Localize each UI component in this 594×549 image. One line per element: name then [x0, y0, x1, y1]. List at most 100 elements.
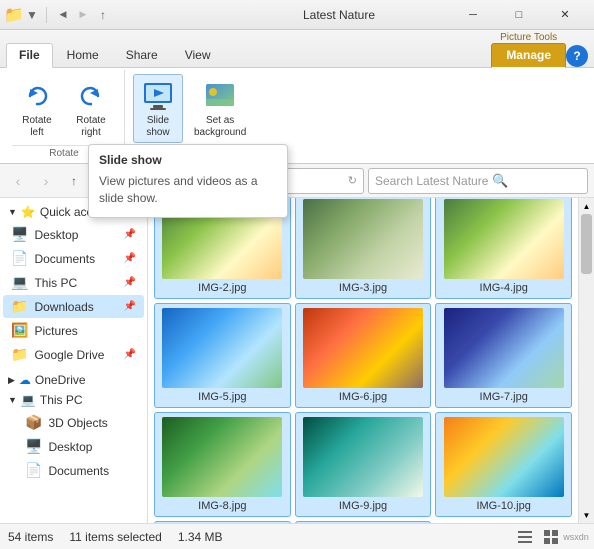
file-size: 1.34 MB: [178, 530, 223, 544]
file-item-img8[interactable]: IMG-8.jpg: [154, 412, 291, 517]
this-pc-label: This PC: [34, 276, 121, 290]
address-refresh-icon[interactable]: ↻: [348, 174, 357, 187]
slide-show-icon: [140, 78, 176, 114]
sidebar-item-downloads[interactable]: 📁 Downloads 📌: [3, 295, 144, 318]
desktop-icon: 🖥️: [11, 226, 28, 243]
pin-icon-5: 📌: [124, 349, 136, 360]
file-item-img3[interactable]: IMG-3.jpg: [295, 198, 432, 299]
pin-icon-4: 📌: [124, 301, 136, 312]
rotate-left-button[interactable]: Rotateleft: [12, 74, 62, 143]
up-button[interactable]: ↑: [62, 169, 86, 193]
sidebar-item-3d-objects[interactable]: 📦 3D Objects: [3, 411, 144, 434]
pictures-icon: 🖼️: [11, 322, 28, 339]
google-drive-icon: 📁: [11, 346, 28, 363]
file-thumb-img3: [303, 199, 423, 279]
desktop-label: Desktop: [34, 228, 121, 242]
sidebar-item-pictures[interactable]: 🖼️ Pictures: [3, 319, 144, 342]
ribbon-buttons-view: Slideshow: [133, 70, 253, 143]
set-background-icon: [202, 78, 238, 114]
file-name-img7: IMG-7.jpg: [480, 391, 528, 403]
file-item-img10[interactable]: IMG-10.jpg: [435, 412, 572, 517]
tab-home[interactable]: Home: [54, 43, 112, 67]
sidebar-onedrive[interactable]: ▶ ☁ OneDrive: [0, 370, 147, 390]
google-drive-label: Google Drive: [34, 348, 121, 362]
sidebar-item-documents2[interactable]: 📄 Documents: [3, 459, 144, 482]
forward-button[interactable]: ›: [34, 169, 58, 193]
wsxdn-logo: wsxdn: [566, 529, 586, 545]
pictures-label: Pictures: [34, 324, 136, 338]
slide-show-button[interactable]: Slideshow: [133, 74, 183, 143]
details-view-button[interactable]: [514, 527, 536, 547]
desktop2-icon: 🖥️: [25, 438, 42, 455]
search-placeholder: Search Latest Nature: [375, 174, 488, 188]
sidebar-item-documents[interactable]: 📄 Documents 📌: [3, 247, 144, 270]
file-item-img4[interactable]: IMG-4.jpg: [435, 198, 572, 299]
quick-access-star-icon: ⭐: [21, 205, 36, 219]
file-thumb-img9: [303, 417, 423, 497]
scrollbar[interactable]: ▲ ▼: [578, 198, 594, 523]
set-background-button[interactable]: Set asbackground: [187, 74, 253, 143]
file-thumb-img8: [162, 417, 282, 497]
sidebar-this-pc-section[interactable]: ▼ 💻 This PC: [0, 390, 147, 410]
help-button[interactable]: ?: [566, 45, 588, 67]
onedrive-icon: ☁: [19, 373, 31, 387]
window-title: Latest Nature: [228, 8, 450, 22]
onedrive-expand-icon: ▶: [8, 375, 15, 386]
tooltip-title: Slide show: [99, 153, 277, 167]
file-name-img10: IMG-10.jpg: [476, 500, 530, 512]
downloads-icon: 📁: [11, 298, 28, 315]
rotate-right-button[interactable]: Rotateright: [66, 74, 116, 143]
onedrive-label: OneDrive: [35, 373, 86, 387]
downloads-label: Downloads: [34, 300, 121, 314]
picture-tools-label: Picture Tools: [494, 30, 563, 43]
rotate-right-icon: [73, 78, 109, 114]
file-name-img2: IMG-2.jpg: [198, 282, 246, 294]
status-bar: 54 items 11 items selected 1.34 MB wsxdn: [0, 523, 594, 549]
search-bar[interactable]: Search Latest Nature 🔍: [368, 168, 588, 194]
scroll-up-button[interactable]: ▲: [579, 198, 594, 214]
file-item-img6[interactable]: IMG-6.jpg: [295, 303, 432, 408]
sidebar-item-desktop[interactable]: 🖥️ Desktop 📌: [3, 223, 144, 246]
tab-share[interactable]: Share: [113, 43, 171, 67]
this-pc-icon: 💻: [11, 274, 28, 291]
tab-file[interactable]: File: [6, 43, 53, 68]
maximize-button[interactable]: □: [496, 0, 542, 30]
sidebar-item-google-drive[interactable]: 📁 Google Drive 📌: [3, 343, 144, 366]
title-bar-left: 📁 ▼ ◀ ▶ ↑: [6, 7, 228, 23]
documents-icon: 📄: [11, 250, 28, 267]
ribbon-buttons-rotate: Rotateleft Rotateright: [12, 70, 116, 143]
file-item-img12[interactable]: IMG-12.jpg: [295, 521, 432, 523]
quick-access-icon: ▼: [26, 7, 38, 23]
file-item-img5[interactable]: IMG-5.jpg: [154, 303, 291, 408]
minimize-button[interactable]: ─: [450, 0, 496, 30]
main-area: ▼ ⭐ Quick access 🖥️ Desktop 📌 📄 Document…: [0, 198, 594, 523]
tab-manage[interactable]: Manage: [491, 43, 566, 68]
file-name-img3: IMG-3.jpg: [339, 282, 387, 294]
file-item-img7[interactable]: IMG-7.jpg: [435, 303, 572, 408]
file-grid: IMG-2.jpg IMG-3.jpg IMG-4.jpg IMG-5.jpg …: [152, 198, 574, 523]
tooltip-description: View pictures and videos as a slide show…: [99, 173, 277, 207]
scroll-track[interactable]: [579, 214, 594, 507]
close-button[interactable]: ✕: [542, 0, 588, 30]
file-name-img9: IMG-9.jpg: [339, 500, 387, 512]
sidebar-item-desktop2[interactable]: 🖥️ Desktop: [3, 435, 144, 458]
file-thumb-img5: [162, 308, 282, 388]
title-bar: 📁 ▼ ◀ ▶ ↑ Latest Nature ─ □ ✕: [0, 0, 594, 30]
item-count: 54 items: [8, 530, 53, 544]
file-item-img11[interactable]: IMG-11.jpg: [154, 521, 291, 523]
search-icon[interactable]: 🔍: [492, 173, 508, 189]
back-icon[interactable]: ◀: [55, 7, 71, 23]
documents-label: Documents: [34, 252, 121, 266]
file-item-img9[interactable]: IMG-9.jpg: [295, 412, 432, 517]
this-pc-expand-icon: ▼: [8, 395, 17, 405]
sidebar-item-this-pc[interactable]: 💻 This PC 📌: [3, 271, 144, 294]
forward-icon[interactable]: ▶: [75, 7, 91, 23]
back-button[interactable]: ‹: [6, 169, 30, 193]
tab-view[interactable]: View: [172, 43, 224, 67]
up-icon[interactable]: ↑: [95, 7, 111, 23]
rotate-right-label: Rotateright: [76, 115, 105, 139]
scroll-down-button[interactable]: ▼: [579, 507, 594, 523]
scroll-thumb[interactable]: [581, 214, 592, 274]
file-thumb-img7: [444, 308, 564, 388]
large-icons-view-button[interactable]: [540, 527, 562, 547]
